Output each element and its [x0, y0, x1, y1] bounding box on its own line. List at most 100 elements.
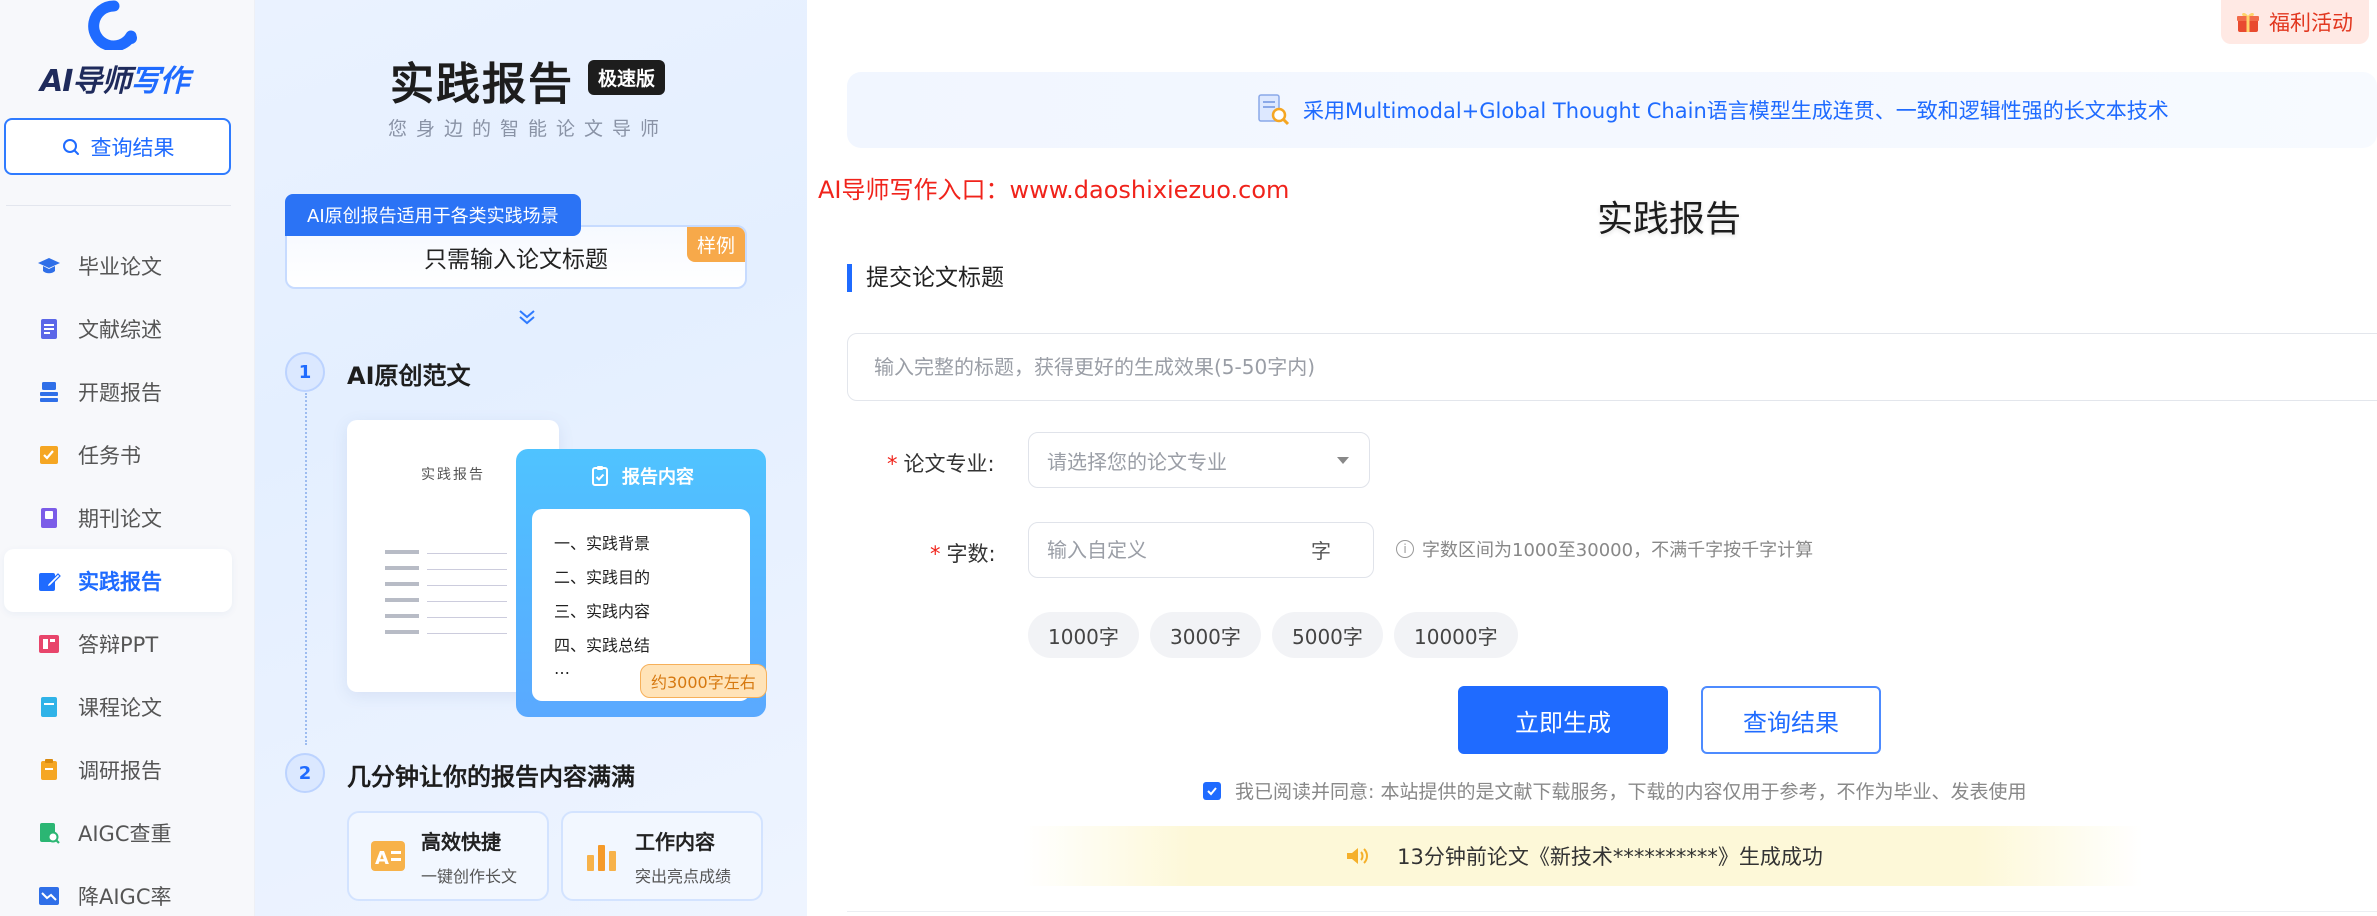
word-count-label: * 字数: — [930, 538, 996, 568]
sidebar: AI导师写作 查询结果 毕业论文 文献综述 开题报告 任务书 期刊论文 实践报告 — [0, 0, 255, 916]
speed-edition-badge: 极速版 — [588, 60, 666, 95]
major-label-text: 论文专业: — [903, 452, 995, 476]
promo-button[interactable]: 福利活动 — [2221, 0, 2369, 44]
tech-banner-content: 采用Multimodal+Global Thought Chain语言模型生成连… — [1255, 72, 2169, 148]
step-connector — [305, 393, 307, 745]
feature-text: 工作内容 突出亮点成绩 — [635, 826, 731, 887]
sample-input-text: 只需输入论文标题 — [424, 247, 608, 273]
word-count-hint: i 字数区间为1000至30000，不满千字按千字计算 — [1396, 536, 1813, 562]
doc-line — [385, 566, 419, 570]
thesis-title-input[interactable] — [847, 333, 2377, 401]
chevron-down-icon — [519, 310, 535, 325]
doc-line — [385, 614, 419, 618]
text-ai-icon: A — [371, 841, 405, 871]
step-2-title: 几分钟让你的报告内容满满 — [347, 763, 635, 791]
graduation-cap-icon — [36, 253, 62, 279]
main-content: 福利活动 采用Multimodal+Global Thought Chain语言… — [807, 0, 2377, 916]
sidebar-item-reduce-aigc[interactable]: 降AIGC率 — [4, 864, 232, 916]
query-results-button[interactable]: 查询结果 — [4, 118, 231, 175]
word-chip-3000[interactable]: 3000字 — [1150, 612, 1261, 658]
word-chip-1000[interactable]: 1000字 — [1028, 612, 1139, 658]
agreement-checkbox[interactable] — [1203, 781, 1221, 800]
sidebar-item-graduation-thesis[interactable]: 毕业论文 — [4, 234, 232, 297]
bar-chart-icon — [587, 845, 616, 871]
intro-title: 实践报告 — [390, 59, 574, 110]
info-icon: i — [1396, 540, 1414, 558]
edit-icon — [36, 568, 62, 594]
document-search-icon — [1258, 94, 1290, 126]
sidebar-item-literature-review[interactable]: 文献综述 — [4, 297, 232, 360]
feature-title: 工作内容 — [635, 829, 715, 854]
page-title: 实践报告 — [1597, 199, 1742, 240]
intro-panel: 实践报告 极速版 您身边的智能论文导师 AI原创报告适用于各类实践场景 只需输入… — [255, 0, 807, 916]
word-count-hint-text: 字数区间为1000至30000，不满千字按千字计算 — [1422, 540, 1814, 561]
search-icon — [62, 138, 79, 155]
sidebar-item-proposal[interactable]: 开题报告 — [4, 360, 232, 423]
step-1-title: AI原创范文 — [347, 362, 471, 390]
report-content-item: 二、实践目的 — [554, 568, 651, 587]
major-select-placeholder: 请选择您的论文专业 — [1047, 449, 1227, 474]
sidebar-item-label: 降AIGC率 — [78, 884, 172, 909]
generation-notice: 13分钟前论文《新技术**********》生成成功 — [1023, 826, 2143, 886]
sidebar-item-label: 任务书 — [78, 443, 141, 468]
sidebar-item-course-paper[interactable]: 课程论文 — [4, 675, 232, 738]
scenario-tag: AI原创报告适用于各类实践场景 — [285, 194, 581, 236]
sidebar-item-label: 实践报告 — [78, 569, 162, 594]
logo-text: AI导师写作 — [40, 64, 189, 99]
report-content-title: 报告内容 — [622, 467, 694, 488]
sidebar-item-aigc-check[interactable]: AIGC查重 — [4, 801, 232, 864]
stack-icon — [36, 379, 62, 405]
word-count-label-text: 字数: — [946, 542, 996, 566]
checklist-icon — [36, 442, 62, 468]
tech-banner-text: 采用Multimodal+Global Thought Chain语言模型生成连… — [1303, 99, 2169, 123]
section-title: 提交论文标题 — [847, 264, 1004, 292]
doc-line — [427, 553, 507, 554]
sidebar-item-label: 毕业论文 — [78, 254, 162, 279]
doc-line — [427, 633, 507, 634]
bottom-divider — [847, 911, 2377, 912]
logo-mark-icon — [88, 0, 137, 50]
major-select[interactable]: 请选择您的论文专业 — [1028, 432, 1370, 488]
generation-notice-text: 13分钟前论文《新技术**********》生成成功 — [1397, 845, 1823, 869]
word-chip-5000[interactable]: 5000字 — [1272, 612, 1383, 658]
sample-tag[interactable]: 样例 — [686, 227, 745, 262]
feature-subtitle: 突出亮点成绩 — [635, 866, 732, 886]
doc-line — [385, 582, 419, 586]
doc-line — [427, 601, 507, 602]
sidebar-item-defense-ppt[interactable]: 答辩PPT — [4, 612, 232, 675]
sidebar-item-research-report[interactable]: 调研报告 — [4, 738, 232, 801]
sidebar-item-label: 课程论文 — [78, 695, 162, 720]
report-content-item: 一、实践背景 — [554, 534, 651, 553]
required-asterisk: * — [930, 542, 941, 566]
gift-icon — [2237, 12, 2259, 32]
feature-text: 高效快捷 一键创作长文 — [421, 826, 517, 887]
sidebar-item-label: AIGC查重 — [78, 821, 172, 846]
generate-button[interactable]: 立即生成 — [1458, 686, 1668, 754]
doc-line — [385, 550, 419, 554]
logo[interactable]: AI导师写作 — [40, 0, 200, 100]
agreement-text: 我已阅读并同意: 本站提供的是文献下载服务，下载的内容仅用于参考，不作为毕业、发… — [1235, 781, 2027, 803]
query-results-label: 查询结果 — [90, 135, 175, 160]
chart-down-icon — [36, 883, 62, 909]
scan-icon — [36, 820, 62, 846]
sidebar-nav: 毕业论文 文献综述 开题报告 任务书 期刊论文 实践报告 答辩PPT 课程论文 — [4, 234, 232, 916]
doc-line — [385, 598, 419, 602]
sidebar-item-practice-report[interactable]: 实践报告 — [4, 549, 232, 612]
entry-url-text[interactable]: AI导师写作入口：www.daoshixiezuo.com — [818, 170, 1289, 205]
query-results-button-main[interactable]: 查询结果 — [1701, 686, 1881, 754]
major-label: * 论文专业: — [887, 448, 995, 478]
feature-card-work: 工作内容 突出亮点成绩 — [561, 811, 763, 901]
ppt-icon — [36, 631, 62, 657]
doc-line — [427, 585, 507, 586]
report-content-header: 报告内容 — [516, 463, 766, 489]
feature-card-efficient: A 高效快捷 一键创作长文 — [347, 811, 549, 901]
word-chip-10000[interactable]: 10000字 — [1394, 612, 1518, 658]
check-icon — [1207, 786, 1217, 795]
report-content-item: 三、实践内容 — [554, 602, 651, 621]
doc-line — [427, 569, 507, 570]
word-count-unit: 字 — [1311, 539, 1331, 563]
sidebar-item-journal[interactable]: 期刊论文 — [4, 486, 232, 549]
sidebar-item-task-book[interactable]: 任务书 — [4, 423, 232, 486]
caret-down-icon — [1337, 457, 1349, 464]
doc-line — [427, 617, 507, 618]
